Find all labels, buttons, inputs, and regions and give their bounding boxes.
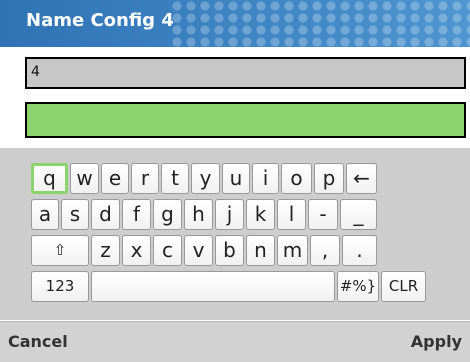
key-comma[interactable]: , bbox=[310, 235, 340, 266]
key-e[interactable]: e bbox=[101, 163, 129, 194]
title-bar: Name Config 4 bbox=[0, 0, 470, 47]
shift-key[interactable]: ⇧ bbox=[31, 235, 89, 266]
apply-button[interactable]: Apply bbox=[411, 332, 462, 351]
bottom-action-bar: Cancel Apply bbox=[0, 321, 470, 362]
key-o[interactable]: o bbox=[281, 163, 312, 194]
key-y[interactable]: y bbox=[191, 163, 220, 194]
key-a[interactable]: a bbox=[31, 199, 59, 230]
space-key[interactable] bbox=[91, 271, 335, 302]
key-n[interactable]: n bbox=[246, 235, 275, 266]
cancel-button[interactable]: Cancel bbox=[8, 332, 68, 351]
numbers-key[interactable]: 123 bbox=[31, 271, 89, 302]
key-r[interactable]: r bbox=[131, 163, 159, 194]
key-f[interactable]: f bbox=[122, 199, 151, 230]
key-s[interactable]: s bbox=[61, 199, 89, 230]
key-underscore[interactable]: _ bbox=[340, 199, 377, 230]
key-c[interactable]: c bbox=[153, 235, 182, 266]
key-l[interactable]: l bbox=[277, 199, 306, 230]
key-h[interactable]: h bbox=[184, 199, 213, 230]
name-display-field[interactable]: 4 bbox=[25, 57, 466, 89]
key-p[interactable]: p bbox=[314, 163, 344, 194]
key-hyphen[interactable]: - bbox=[308, 199, 338, 230]
key-v[interactable]: v bbox=[184, 235, 213, 266]
key-u[interactable]: u bbox=[222, 163, 250, 194]
name-form: 4 bbox=[0, 47, 470, 148]
clear-key[interactable]: CLR bbox=[381, 271, 426, 302]
key-t[interactable]: t bbox=[161, 163, 189, 194]
key-q[interactable]: q bbox=[31, 163, 68, 194]
key-m[interactable]: m bbox=[277, 235, 308, 266]
dialog-title: Name Config 4 bbox=[26, 10, 174, 31]
key-w[interactable]: w bbox=[70, 163, 99, 194]
backspace-key[interactable]: ← bbox=[346, 163, 377, 194]
key-d[interactable]: d bbox=[91, 199, 120, 230]
key-k[interactable]: k bbox=[246, 199, 275, 230]
on-screen-keyboard: q w e r t y u i o p ← a s d f g h j k l … bbox=[0, 148, 470, 320]
key-period[interactable]: . bbox=[342, 235, 377, 266]
name-input-field[interactable] bbox=[25, 102, 466, 138]
key-g[interactable]: g bbox=[153, 199, 182, 230]
key-b[interactable]: b bbox=[215, 235, 244, 266]
key-i[interactable]: i bbox=[252, 163, 279, 194]
symbols-key[interactable]: #%} bbox=[337, 271, 379, 302]
key-z[interactable]: z bbox=[91, 235, 120, 266]
key-x[interactable]: x bbox=[122, 235, 151, 266]
title-bar-pattern bbox=[170, 0, 470, 47]
key-j[interactable]: j bbox=[215, 199, 244, 230]
